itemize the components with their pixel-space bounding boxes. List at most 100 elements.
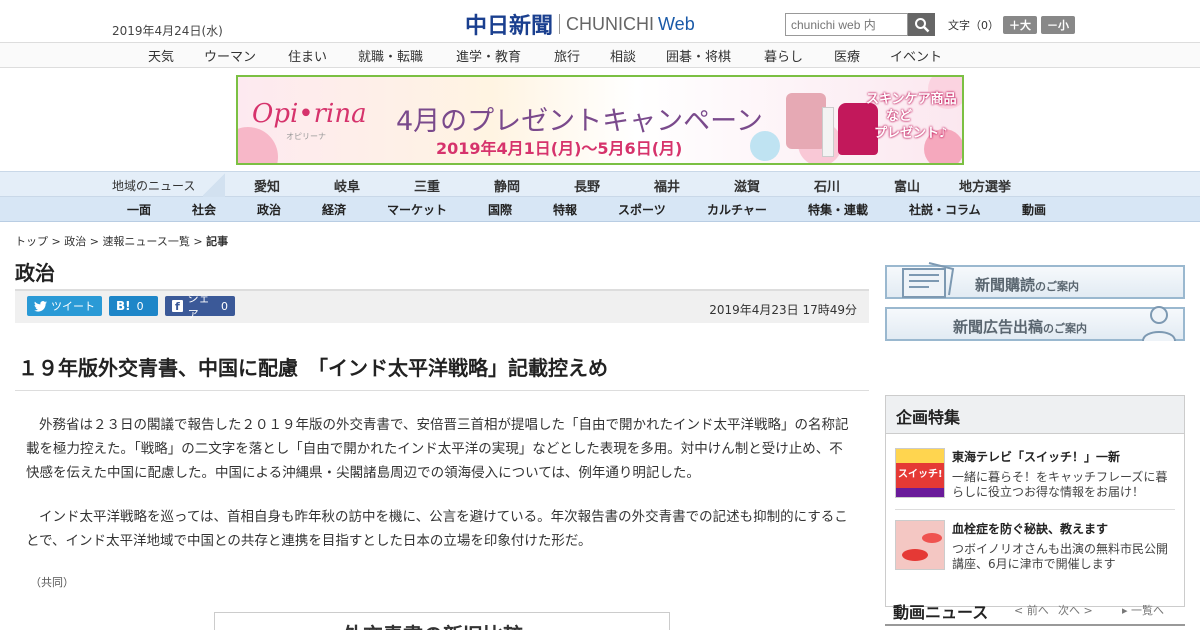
font-size-control: 文字（0） ＋大 －小 [948,16,1075,34]
banner-brand-sub: オピリーナ [286,132,326,141]
top-nav-item[interactable]: 囲碁・将棋 [666,46,731,65]
video-news-divider [885,624,1185,626]
region-item[interactable]: 愛知 [254,176,280,195]
top-nav-item[interactable]: 就職・転職 [358,46,423,65]
genre-item[interactable]: 社説・コラム [909,201,981,218]
hatena-count: 0 [136,299,144,313]
tweet-button[interactable]: ツイート [27,296,102,316]
genre-item[interactable]: 動画 [1022,201,1046,218]
video-list-label: 一覧へ [1131,604,1165,617]
region-item[interactable]: 長野 [574,176,600,195]
feature-box: 企画特集 スイッチ! 東海テレビ「スイッチ！」一新 一緒に暮らそ！をキャッチフレ… [885,395,1185,607]
feature-item-desc: 一緒に暮らそ！をキャッチフレーズに暮らしに役立つお得な情報をお届け！ [952,470,1168,499]
site-header: 2019年4月24日(水) 中日新聞 CHUNICHI Web 文字（0） ＋大… [0,0,1200,42]
genre-item[interactable]: 一面 [127,201,151,218]
feature-thumbnail-text: スイッチ! [898,469,943,480]
feature-box-header: 企画特集 [886,396,1184,434]
breadcrumb-politics-link[interactable]: 政治 [64,235,86,248]
feature-item-title: 血栓症を防ぐ秘訣、教えます [952,522,1109,536]
breadcrumb-list-link[interactable]: 速報ニュース一覧 [102,235,189,248]
genre-item-active[interactable]: 政治 [257,201,281,218]
publish-date: 2019年4月23日 17時49分 [709,303,857,317]
search-icon [914,17,929,32]
region-item[interactable]: 福井 [654,176,680,195]
region-item[interactable]: 富山 [894,176,920,195]
search-input[interactable] [785,13,908,36]
feature-box-title: 企画特集 [896,408,961,427]
newspaper-icon [902,262,955,298]
banner-badge: スキンケア商品 など プレゼント♪ [866,91,957,142]
region-nav: 地域のニュース 愛知 岐阜 三重 静岡 長野 福井 滋賀 石川 富山 地方選挙 [0,171,1200,197]
video-next-link[interactable]: 次へ > [1058,602,1093,618]
logo-english: CHUNICHI [566,13,655,34]
article-headline: １９年版外交青書、中国に配慮 「インド太平洋戦略」記載控えめ [18,356,608,380]
region-item[interactable]: 静岡 [494,176,520,195]
article-figure[interactable]: 外交青書の新旧比較 [214,612,670,630]
search-button[interactable] [908,13,935,36]
facebook-icon: f [172,300,183,313]
header-date: 2019年4月24日(水) [112,24,223,38]
flower-decoration [238,127,278,163]
top-nav-item[interactable]: 相談 [610,46,636,65]
feature-divider [895,509,1175,510]
region-nav-divider [203,172,225,197]
font-smaller-button[interactable]: －小 [1041,16,1075,34]
region-item[interactable]: 滋賀 [734,176,760,195]
site-logo[interactable]: 中日新聞 CHUNICHI Web [465,8,695,40]
font-larger-button[interactable]: ＋大 [1003,16,1037,34]
breadcrumb: トップ > 政治 > 速報ニュース一覧 > 記事 [15,233,228,249]
top-nav-item[interactable]: 進学・教育 [456,46,521,65]
genre-item[interactable]: 国際 [488,201,512,218]
article-credit: （共同） [30,576,74,589]
region-item[interactable]: 石川 [814,176,840,195]
top-nav-item[interactable]: 住まい [288,46,327,65]
person-icon [1142,306,1176,341]
video-prev-link[interactable]: < 前へ [1014,602,1049,618]
genre-item[interactable]: カルチャー [707,201,767,218]
breadcrumb-separator: > [193,235,203,248]
feature-item[interactable]: スイッチ! 東海テレビ「スイッチ！」一新 一緒に暮らそ！をキャッチフレーズに暮ら… [886,442,1184,510]
advertise-button[interactable]: 新聞広告出稿のご案内 [885,306,1185,341]
facebook-share-button[interactable]: f シェア 0 [165,292,235,321]
hatena-bookmark-button[interactable]: B! 0 [109,296,158,316]
breadcrumb-separator: > [51,235,61,248]
breadcrumb-top-link[interactable]: トップ [15,235,48,248]
banner-brand: Opi•rina [252,99,367,129]
top-nav-item[interactable]: 医療 [834,46,860,65]
genre-item[interactable]: 特集・連載 [808,201,868,218]
genre-item[interactable]: 経済 [322,201,346,218]
logo-kanji: 中日新聞 [465,13,554,39]
region-nav-label: 地域のニュース [112,179,196,193]
logo-divider [559,14,561,34]
region-item[interactable]: 三重 [414,176,440,195]
feature-item-title: 東海テレビ「スイッチ！」一新 [952,450,1121,464]
advertise-label-main: 新聞広告出稿 [953,318,1044,336]
top-nav-item[interactable]: 天気 [148,46,174,65]
logo-web: Web [658,13,695,34]
genre-item[interactable]: マーケット [387,201,447,218]
top-nav-item[interactable]: ウーマン [204,46,256,65]
breadcrumb-current: 記事 [206,235,229,248]
region-item[interactable]: 岐阜 [334,176,360,195]
subscribe-button[interactable]: 新聞購読のご案内 [885,262,1185,299]
gloves-image [786,93,826,149]
campaign-banner[interactable]: Opi•rina オピリーナ 4月のプレゼントキャンペーン 2019年4月1日(… [236,75,964,165]
banner-dates: 2019年4月1日(月)～5月6日(月) [436,139,683,158]
article-paragraph: インド太平洋戦略を巡っては、首相自身も昨年秋の訪中を機に、公言を避けている。年次… [26,509,848,549]
subscribe-label-small: のご案内 [1035,280,1080,293]
tweet-label: ツイート [51,300,95,313]
top-nav-item[interactable]: 暮らし [764,46,803,65]
top-nav-item[interactable]: イベント [890,46,942,65]
banner-badge-line: など [886,109,913,124]
banner-badge-line: プレゼント♪ [874,126,948,141]
genre-item[interactable]: スポーツ [618,201,666,218]
video-list-link[interactable]: ▸ 一覧へ [1122,602,1164,618]
genre-item[interactable]: 社会 [192,201,216,218]
region-item[interactable]: 地方選挙 [959,176,1011,195]
feature-item[interactable]: 血栓症を防ぐ秘訣、教えます つボイノリオさんも出演の無料市民公開講座、6月に津市… [886,514,1184,582]
facebook-count: 0 [221,299,228,313]
advertise-label: 新聞広告出稿のご案内 [953,316,1087,337]
genre-item[interactable]: 特報 [553,201,577,218]
font-size-label: 文字（0） [948,19,999,32]
top-nav-item[interactable]: 旅行 [554,46,580,65]
